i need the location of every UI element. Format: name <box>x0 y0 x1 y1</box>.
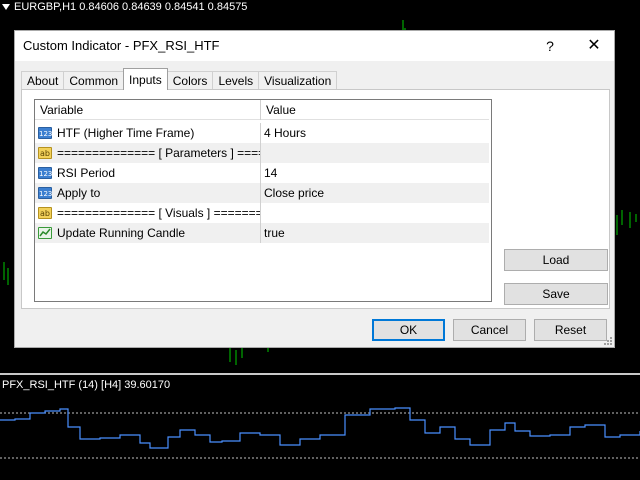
header-variable[interactable]: Variable <box>35 100 261 120</box>
variable-value[interactable]: Close price <box>261 183 489 203</box>
variable-value[interactable]: 14 <box>261 163 489 183</box>
numeric-icon: 123 <box>38 127 52 139</box>
help-button[interactable]: ? <box>540 36 560 56</box>
table-row[interactable]: 123 RSI Period 14 <box>35 163 489 183</box>
string-icon: ab <box>38 147 52 159</box>
tab-inputs[interactable]: Inputs <box>123 68 168 90</box>
variable-value[interactable]: true <box>261 223 489 243</box>
variable-value[interactable] <box>261 143 489 163</box>
chart-menu-triangle-icon[interactable] <box>2 4 10 10</box>
rsi-line <box>0 407 640 449</box>
indicator-title: PFX_RSI_HTF (14) [H4] 39.60170 <box>2 379 171 391</box>
tab-colors[interactable]: Colors <box>166 71 214 90</box>
chart-symbol-text: EURGBP,H1 0.84606 0.84639 0.84541 0.8457… <box>14 1 248 13</box>
indicator-subwindow[interactable]: PFX_RSI_HTF (14) [H4] 39.60170 <box>0 375 640 480</box>
bool-icon <box>38 227 52 239</box>
dialog-title: Custom Indicator - PFX_RSI_HTF <box>23 38 220 53</box>
numeric-icon: 123 <box>38 167 52 179</box>
reset-button[interactable]: Reset <box>534 319 607 341</box>
variable-name: RSI Period <box>57 166 116 180</box>
table-row[interactable]: 123 HTF (Higher Time Frame) 4 Hours <box>35 123 489 143</box>
custom-indicator-dialog: Custom Indicator - PFX_RSI_HTF ? ✕ About… <box>14 30 615 348</box>
variable-name: Apply to <box>57 186 101 200</box>
load-button[interactable]: Load <box>504 249 608 271</box>
cancel-button[interactable]: Cancel <box>453 319 526 341</box>
variable-name: HTF (Higher Time Frame) <box>57 126 195 140</box>
chart-symbol-info: EURGBP,H1 0.84606 0.84639 0.84541 0.8457… <box>2 1 247 13</box>
close-button[interactable]: ✕ <box>582 36 606 56</box>
save-button[interactable]: Save <box>504 283 608 305</box>
numeric-icon: 123 <box>38 187 52 199</box>
resize-grip-icon[interactable] <box>604 337 612 345</box>
inputs-tab-panel: Variable Value 123 HTF (Higher Time Fram… <box>21 89 610 309</box>
ok-button[interactable]: OK <box>372 319 445 341</box>
tab-common[interactable]: Common <box>63 71 125 90</box>
table-row[interactable]: 123 Apply to Close price <box>35 183 489 203</box>
header-value[interactable]: Value <box>261 100 489 120</box>
table-row[interactable]: Update Running Candle true <box>35 223 489 243</box>
tab-visualization[interactable]: Visualization <box>258 71 338 90</box>
variable-name: ============== [ Parameters ] ======... <box>57 146 260 160</box>
tab-about[interactable]: About <box>21 71 65 90</box>
tab-levels[interactable]: Levels <box>212 71 260 90</box>
variable-value[interactable]: 4 Hours <box>261 123 489 143</box>
bool-glyph-icon <box>39 228 51 237</box>
string-icon: ab <box>38 207 52 219</box>
tab-strip: About Common Inputs Colors Levels Visual… <box>21 68 338 90</box>
dialog-titlebar[interactable]: Custom Indicator - PFX_RSI_HTF ? ✕ <box>15 31 614 61</box>
inputs-table: Variable Value 123 HTF (Higher Time Fram… <box>34 99 492 302</box>
table-header-row: Variable Value <box>35 100 489 120</box>
table-row[interactable]: ab ============== [ Visuals ] =========.… <box>35 203 489 223</box>
variable-name: Update Running Candle <box>57 226 186 240</box>
variable-name: ============== [ Visuals ] =========... <box>57 206 260 220</box>
variable-value[interactable] <box>261 203 489 223</box>
table-row[interactable]: ab ============== [ Parameters ] ======.… <box>35 143 489 163</box>
